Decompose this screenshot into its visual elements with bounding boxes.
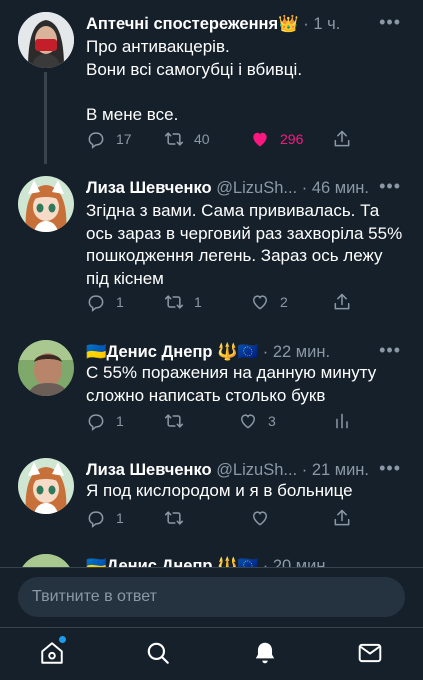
tab-notifications[interactable] — [252, 640, 278, 666]
more-icon[interactable]: ••• — [379, 12, 401, 32]
tweet-text: С 55% поражения на данную минуту сложно … — [86, 363, 377, 405]
like-count: 3 — [268, 413, 276, 429]
retweet-count: 40 — [194, 131, 210, 147]
heart-icon — [240, 414, 256, 429]
like-count: 2 — [280, 294, 288, 310]
heart-filled-icon — [253, 132, 267, 147]
retweet-icon — [164, 511, 184, 525]
tweet-time[interactable]: · 1 ч. — [303, 15, 340, 33]
tweet-time[interactable]: · 22 мин. — [263, 343, 330, 361]
share-button[interactable] — [332, 506, 352, 530]
like-button[interactable]: 296 — [250, 127, 303, 151]
analytics-icon — [336, 413, 348, 429]
share-icon — [334, 130, 350, 147]
like-button[interactable]: 2 — [250, 290, 288, 314]
reply-button[interactable]: 17 — [86, 127, 132, 151]
crown-emoji: 👑 — [278, 15, 299, 33]
tweet[interactable]: Лиза Шевченко @LizuSh... · 21 мин. ••• Я… — [0, 458, 423, 532]
tweet-header: Лиза Шевченко @LizuSh... · 21 мин. — [86, 458, 403, 482]
tweet-text: Я под кислородом и я в больнице — [86, 481, 353, 500]
new-content-dot — [59, 636, 66, 643]
reply-bar: Твитните в ответ — [0, 567, 423, 627]
ukraine-flag-emoji: 🇺🇦 — [86, 343, 107, 361]
reply-count: 1 — [116, 413, 124, 429]
retweet-button[interactable]: 40 — [164, 127, 210, 151]
messages-icon — [358, 643, 382, 663]
tweet-actions: 1 — [86, 506, 366, 530]
reply-input[interactable]: Твитните в ответ — [18, 577, 405, 617]
retweet-icon — [164, 295, 184, 309]
retweet-button[interactable] — [164, 506, 184, 530]
reply-count: 1 — [116, 510, 124, 526]
share-button[interactable] — [332, 127, 352, 151]
reply-icon — [88, 414, 104, 431]
author-name[interactable]: Лиза Шевченко — [86, 461, 212, 479]
tab-home[interactable] — [39, 640, 65, 666]
tab-messages[interactable] — [357, 640, 383, 666]
retweet-button[interactable] — [164, 409, 184, 433]
author-name[interactable]: Лиза Шевченко — [86, 179, 212, 197]
author-handle[interactable]: @LizuSh... — [216, 461, 297, 479]
avatar[interactable] — [18, 176, 74, 232]
reply-icon — [88, 295, 104, 312]
search-icon — [147, 642, 169, 664]
notifications-icon — [255, 642, 275, 664]
avatar[interactable] — [18, 340, 74, 396]
avatar[interactable] — [18, 12, 74, 68]
like-button[interactable] — [250, 506, 270, 530]
tweet[interactable]: 🇺🇦Денис Днепр 🔱🇪🇺 · 22 мин. ••• С 55% по… — [0, 340, 423, 434]
bottom-tab-bar — [0, 627, 423, 680]
tweet-actions: 1 3 — [86, 409, 366, 433]
author-handle[interactable]: @LizuSh... — [216, 179, 297, 197]
tweet-actions: 17 40 296 — [86, 127, 366, 151]
retweet-count: 1 — [194, 294, 202, 310]
tweet-header: Аптечні спостереження👑 · 1 ч. — [86, 12, 403, 36]
tweet-text: Про антивакцерів. Вони всі самогубці і в… — [86, 37, 303, 124]
reply-button[interactable]: 1 — [86, 506, 124, 530]
retweet-icon — [164, 414, 184, 428]
share-button[interactable] — [332, 290, 352, 314]
retweet-button[interactable]: 1 — [164, 290, 202, 314]
tab-search[interactable] — [145, 640, 171, 666]
avatar[interactable] — [18, 458, 74, 514]
heart-icon — [252, 511, 268, 526]
reply-count: 17 — [116, 131, 132, 147]
home-icon — [41, 642, 63, 664]
author-name[interactable]: Денис Днепр — [107, 343, 213, 361]
tweet[interactable]: Аптечні спостереження👑 · 1 ч. ••• Про ан… — [0, 12, 423, 162]
reply-icon — [88, 511, 104, 528]
share-icon — [334, 509, 350, 526]
tweet-time[interactable]: · 46 мин. — [302, 179, 369, 197]
share-icon — [334, 293, 350, 310]
reply-button[interactable]: 1 — [86, 290, 124, 314]
like-count: 296 — [280, 131, 304, 147]
reply-button[interactable]: 1 — [86, 409, 124, 433]
reply-count: 1 — [116, 294, 124, 310]
author-name[interactable]: Аптечні спостереження — [86, 15, 278, 33]
more-icon[interactable]: ••• — [379, 176, 401, 196]
more-icon[interactable]: ••• — [379, 340, 401, 360]
tweet[interactable]: Лиза Шевченко @LizuSh... · 46 мин. ••• З… — [0, 176, 423, 316]
reply-icon — [88, 132, 104, 149]
heart-icon — [252, 295, 268, 310]
tweet-actions: 1 1 2 — [86, 290, 366, 314]
tweet-time[interactable]: · 21 мин. — [302, 461, 369, 479]
tweet-text: Згідна з вами. Сама прививалась. Та ось … — [86, 201, 403, 288]
tweet-header: 🇺🇦Денис Днепр 🔱🇪🇺 · 22 мин. — [86, 340, 403, 364]
like-button[interactable]: 3 — [238, 409, 276, 433]
analytics-button[interactable] — [332, 409, 352, 433]
more-icon[interactable]: ••• — [379, 458, 401, 478]
retweet-icon — [164, 132, 184, 146]
trident-eu-flag-emoji: 🔱🇪🇺 — [217, 343, 259, 361]
tweet-header: Лиза Шевченко @LizuSh... · 46 мин. — [86, 176, 403, 200]
